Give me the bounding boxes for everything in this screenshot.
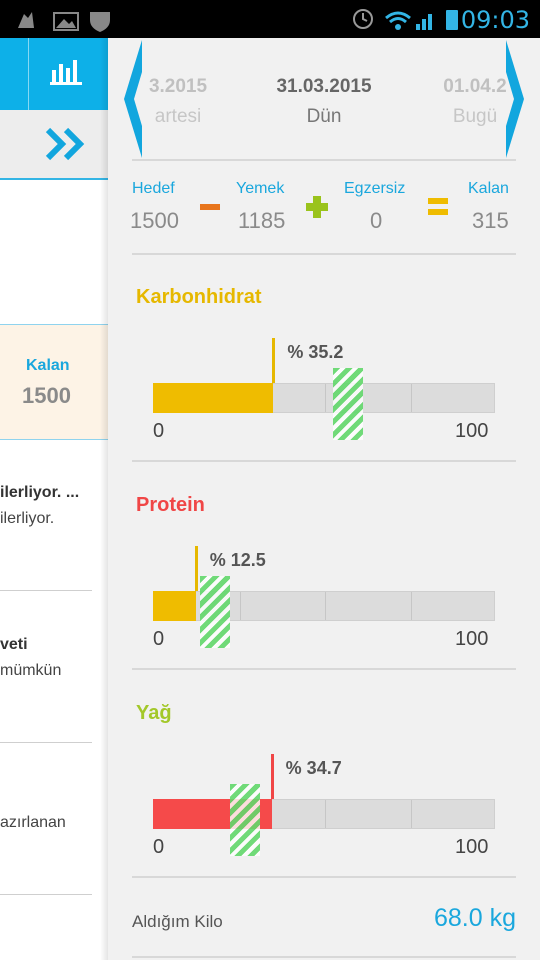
- clock: 09:03: [460, 6, 530, 34]
- left-list-text: ilerliyor.: [0, 510, 55, 527]
- date-next[interactable]: 01.04.2 Bugü: [438, 76, 512, 128]
- egzersiz-value: 0: [370, 208, 383, 233]
- hedef-value: 1500: [130, 208, 179, 233]
- date-current-name: Dün: [306, 106, 342, 127]
- date-prev-date: 3.2015: [148, 76, 208, 97]
- macro-bar-tick: [410, 592, 412, 620]
- divider: [0, 742, 92, 743]
- divider: [132, 876, 516, 878]
- macro-axis-max: 100: [455, 836, 489, 858]
- weight-label: Aldığım Kilo: [132, 912, 223, 931]
- macro-title: Protein: [136, 494, 205, 516]
- date-next-name: Bugü: [452, 106, 498, 127]
- date-prev[interactable]: 3.2015 artesi: [146, 76, 210, 128]
- left-kalan-label: Kalan: [26, 357, 70, 374]
- macro-axis-max: 100: [455, 628, 489, 650]
- macro-bar-fill: [153, 383, 274, 413]
- prev-day-arrow-icon[interactable]: [122, 40, 144, 158]
- left-list-text: veti: [0, 636, 28, 653]
- macro-bar-tick: [239, 592, 241, 620]
- equals-icon: [428, 198, 448, 215]
- left-list-text: ilerliyor. ...: [0, 484, 80, 501]
- macro-bar-tick: [325, 592, 326, 620]
- left-tab-row: [0, 110, 108, 180]
- yemek-value: 1185: [238, 208, 286, 233]
- divider: [132, 460, 516, 462]
- date-prev-name: artesi: [154, 106, 202, 127]
- plus-icon: [306, 196, 328, 218]
- left-kalan-card: Kalan 1500: [0, 324, 108, 440]
- macro-target-marker: [230, 784, 261, 856]
- divider: [0, 590, 92, 591]
- macro-axis-max: 100: [455, 420, 489, 442]
- macro-axis-min: 0: [153, 628, 165, 650]
- status-bar: 09:03: [0, 0, 540, 38]
- macro-bar-tick: [325, 800, 326, 828]
- weight-value[interactable]: 68.0 kg: [408, 904, 516, 933]
- yemek-label: Yemek: [236, 180, 285, 197]
- left-list-text: azırlanan: [0, 814, 66, 831]
- kalan-label: Kalan: [468, 180, 509, 197]
- divider: [132, 159, 516, 161]
- daily-summary-panel: 3.2015 artesi 31.03.2015 Dün 01.04.2 Bug…: [108, 38, 540, 960]
- left-kalan-value: 1500: [22, 383, 71, 408]
- left-header: [0, 38, 108, 110]
- macro-axis-min: 0: [153, 420, 165, 442]
- macro-target-marker: [332, 368, 363, 440]
- macro-percent-label: % 12.5: [209, 550, 266, 570]
- macro-percent-label: % 34.7: [285, 758, 342, 778]
- minus-icon: [200, 204, 220, 210]
- system-icons: [353, 9, 458, 30]
- macro-axis-min: 0: [153, 836, 165, 858]
- double-chevron-right-icon[interactable]: [44, 126, 88, 162]
- macro-bar-fill: [153, 591, 196, 621]
- left-list-text: mümkün: [0, 662, 62, 679]
- divider: [132, 956, 516, 958]
- hedef-label: Hedef: [132, 180, 175, 197]
- macro-bar-tick: [410, 800, 412, 828]
- macro-percent-label: % 35.2: [287, 342, 344, 362]
- divider: [0, 894, 92, 895]
- notification-icons: [18, 12, 110, 32]
- background-screen: Kalan 1500 ilerliyor. ... ilerliyor. vet…: [0, 38, 108, 960]
- macro-bar-tick: [325, 384, 326, 412]
- macro-title: Karbonhidrat: [136, 286, 262, 308]
- date-current-date: 31.03.2015: [276, 76, 372, 97]
- macro-fat: Yağ % 34.7 0 100: [108, 694, 540, 874]
- macro-title: Yağ: [136, 702, 172, 724]
- date-next-date: 01.04.2: [443, 76, 507, 97]
- macro-bar-tick: [410, 384, 412, 412]
- macro-carbohydrate: Karbonhidrat % 35.2 0 100: [108, 278, 540, 458]
- chart-icon[interactable]: [50, 54, 84, 86]
- divider: [132, 253, 516, 255]
- date-current[interactable]: 31.03.2015 Dün: [254, 76, 394, 128]
- divider: [132, 668, 516, 670]
- macro-target-marker: [199, 576, 230, 648]
- kalan-value: 315: [472, 208, 509, 233]
- egzersiz-label: Egzersiz: [344, 180, 406, 197]
- macro-protein: Protein % 12.5 0 100: [108, 486, 540, 666]
